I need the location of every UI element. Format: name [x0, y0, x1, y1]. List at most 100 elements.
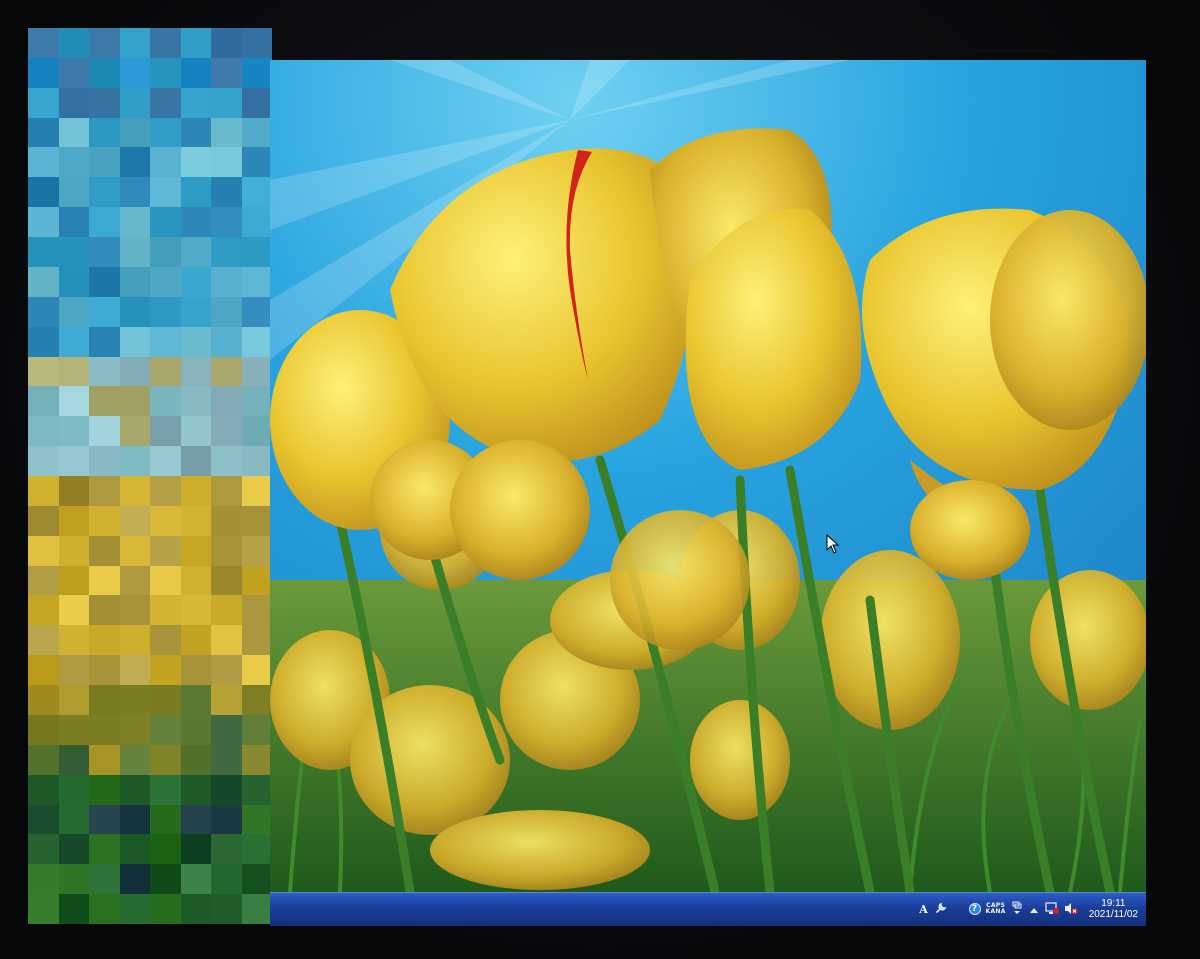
mosaic-tile — [58, 177, 89, 208]
mosaic-tile — [28, 117, 59, 148]
mosaic-tile — [211, 685, 242, 715]
taskbar-clock[interactable]: 19:11 2021/11/02 — [1089, 898, 1138, 921]
mosaic-tile — [150, 87, 181, 118]
mosaic-tile — [211, 714, 242, 745]
mosaic-tile — [89, 28, 120, 58]
mosaic-tile — [241, 57, 272, 88]
mosaic-tile — [180, 685, 211, 715]
mosaic-tile — [89, 177, 120, 208]
mosaic-tile — [150, 416, 181, 447]
mosaic-tile — [119, 266, 150, 297]
mosaic-tile — [58, 446, 89, 476]
mosaic-tile — [58, 625, 89, 656]
mosaic-tile — [28, 28, 59, 58]
mosaic-tile — [58, 28, 89, 58]
mosaic-tile — [211, 57, 242, 88]
mosaic-tile — [89, 834, 120, 865]
mosaic-tile — [180, 714, 211, 745]
mosaic-tile — [180, 87, 211, 118]
mosaic-tile — [150, 655, 181, 686]
mosaic-tile — [28, 774, 59, 805]
caps-kana-indicator[interactable]: CAPS KANA — [986, 903, 1006, 915]
mosaic-tile — [119, 177, 150, 208]
mosaic-tile — [28, 237, 59, 267]
mosaic-tile — [180, 28, 211, 58]
monitor-alert-icon[interactable] — [1045, 901, 1059, 917]
mosaic-tile — [150, 57, 181, 88]
mosaic-tile — [211, 296, 242, 327]
mosaic-tile — [150, 535, 181, 566]
mosaic-tile — [119, 864, 150, 895]
mosaic-tile — [119, 565, 150, 596]
ime-mode-icon[interactable]: A — [918, 904, 930, 915]
mosaic-tile — [241, 714, 272, 745]
mosaic-tile — [180, 296, 211, 327]
mosaic-tile — [211, 476, 242, 506]
mosaic-tile — [89, 207, 120, 238]
mosaic-tile — [180, 744, 211, 775]
mosaic-tile — [119, 87, 150, 118]
expand-arrow-icon[interactable] — [1028, 904, 1040, 915]
mosaic-tile — [58, 386, 89, 417]
mosaic-tile — [180, 565, 211, 596]
mosaic-tile — [119, 57, 150, 88]
mosaic-tile — [89, 296, 120, 327]
mosaic-tile — [58, 565, 89, 596]
mosaic-tile — [211, 87, 242, 118]
mosaic-tile — [58, 655, 89, 686]
tools-icon[interactable] — [935, 902, 947, 916]
mosaic-tile — [119, 207, 150, 238]
mosaic-tile — [241, 685, 272, 715]
ime-switch-icon[interactable] — [1011, 901, 1023, 917]
mosaic-tile — [211, 416, 242, 447]
mosaic-tile — [58, 864, 89, 895]
mosaic-tile — [211, 505, 242, 536]
mosaic-tile — [150, 834, 181, 865]
mosaic-tile — [58, 296, 89, 327]
mosaic-tile — [241, 326, 272, 357]
mosaic-tile — [89, 326, 120, 357]
mosaic-tile — [28, 744, 59, 775]
mosaic-tile — [150, 774, 181, 805]
mosaic-tile — [58, 237, 89, 267]
mosaic-tile — [89, 625, 120, 656]
mosaic-tile — [150, 386, 181, 417]
mosaic-tile — [28, 804, 59, 835]
mosaic-tile — [58, 685, 89, 715]
mosaic-tile — [211, 446, 242, 476]
speaker-muted-icon[interactable] — [1064, 902, 1078, 917]
mosaic-tile — [89, 864, 120, 895]
mosaic-tile — [89, 386, 120, 417]
mosaic-tile — [211, 894, 242, 924]
mosaic-tile — [58, 595, 89, 626]
mosaic-tile — [119, 894, 150, 924]
mosaic-tile — [241, 864, 272, 895]
mosaic-tile — [211, 625, 242, 656]
mosaic-tile — [58, 774, 89, 805]
mosaic-tile — [180, 207, 211, 238]
mosaic-tile — [241, 117, 272, 148]
mosaic-tile — [119, 476, 150, 506]
mosaic-tile — [89, 535, 120, 566]
mosaic-tile — [28, 655, 59, 686]
mosaic-tile — [28, 326, 59, 357]
mosaic-tile — [89, 714, 120, 745]
mosaic-tile — [28, 207, 59, 238]
mosaic-tile — [28, 505, 59, 536]
help-icon[interactable]: ? — [968, 903, 981, 915]
mosaic-tile — [150, 595, 181, 626]
mosaic-tile — [241, 655, 272, 686]
mosaic-tile — [211, 386, 242, 417]
mosaic-tile — [119, 147, 150, 178]
mosaic-tile — [180, 57, 211, 88]
mosaic-tile — [180, 476, 211, 506]
desktop-screen: A ? CAPS KANA 19:11 2021/11/02 — [270, 60, 1146, 926]
mosaic-tile — [119, 237, 150, 267]
mosaic-tile — [241, 266, 272, 297]
mosaic-tile — [211, 356, 242, 387]
mosaic-tile — [28, 864, 59, 895]
system-tray: A ? CAPS KANA 19:11 2021/11/02 — [918, 892, 1138, 926]
mosaic-tile — [150, 117, 181, 148]
mosaic-tile — [89, 57, 120, 88]
mosaic-tile — [58, 147, 89, 178]
